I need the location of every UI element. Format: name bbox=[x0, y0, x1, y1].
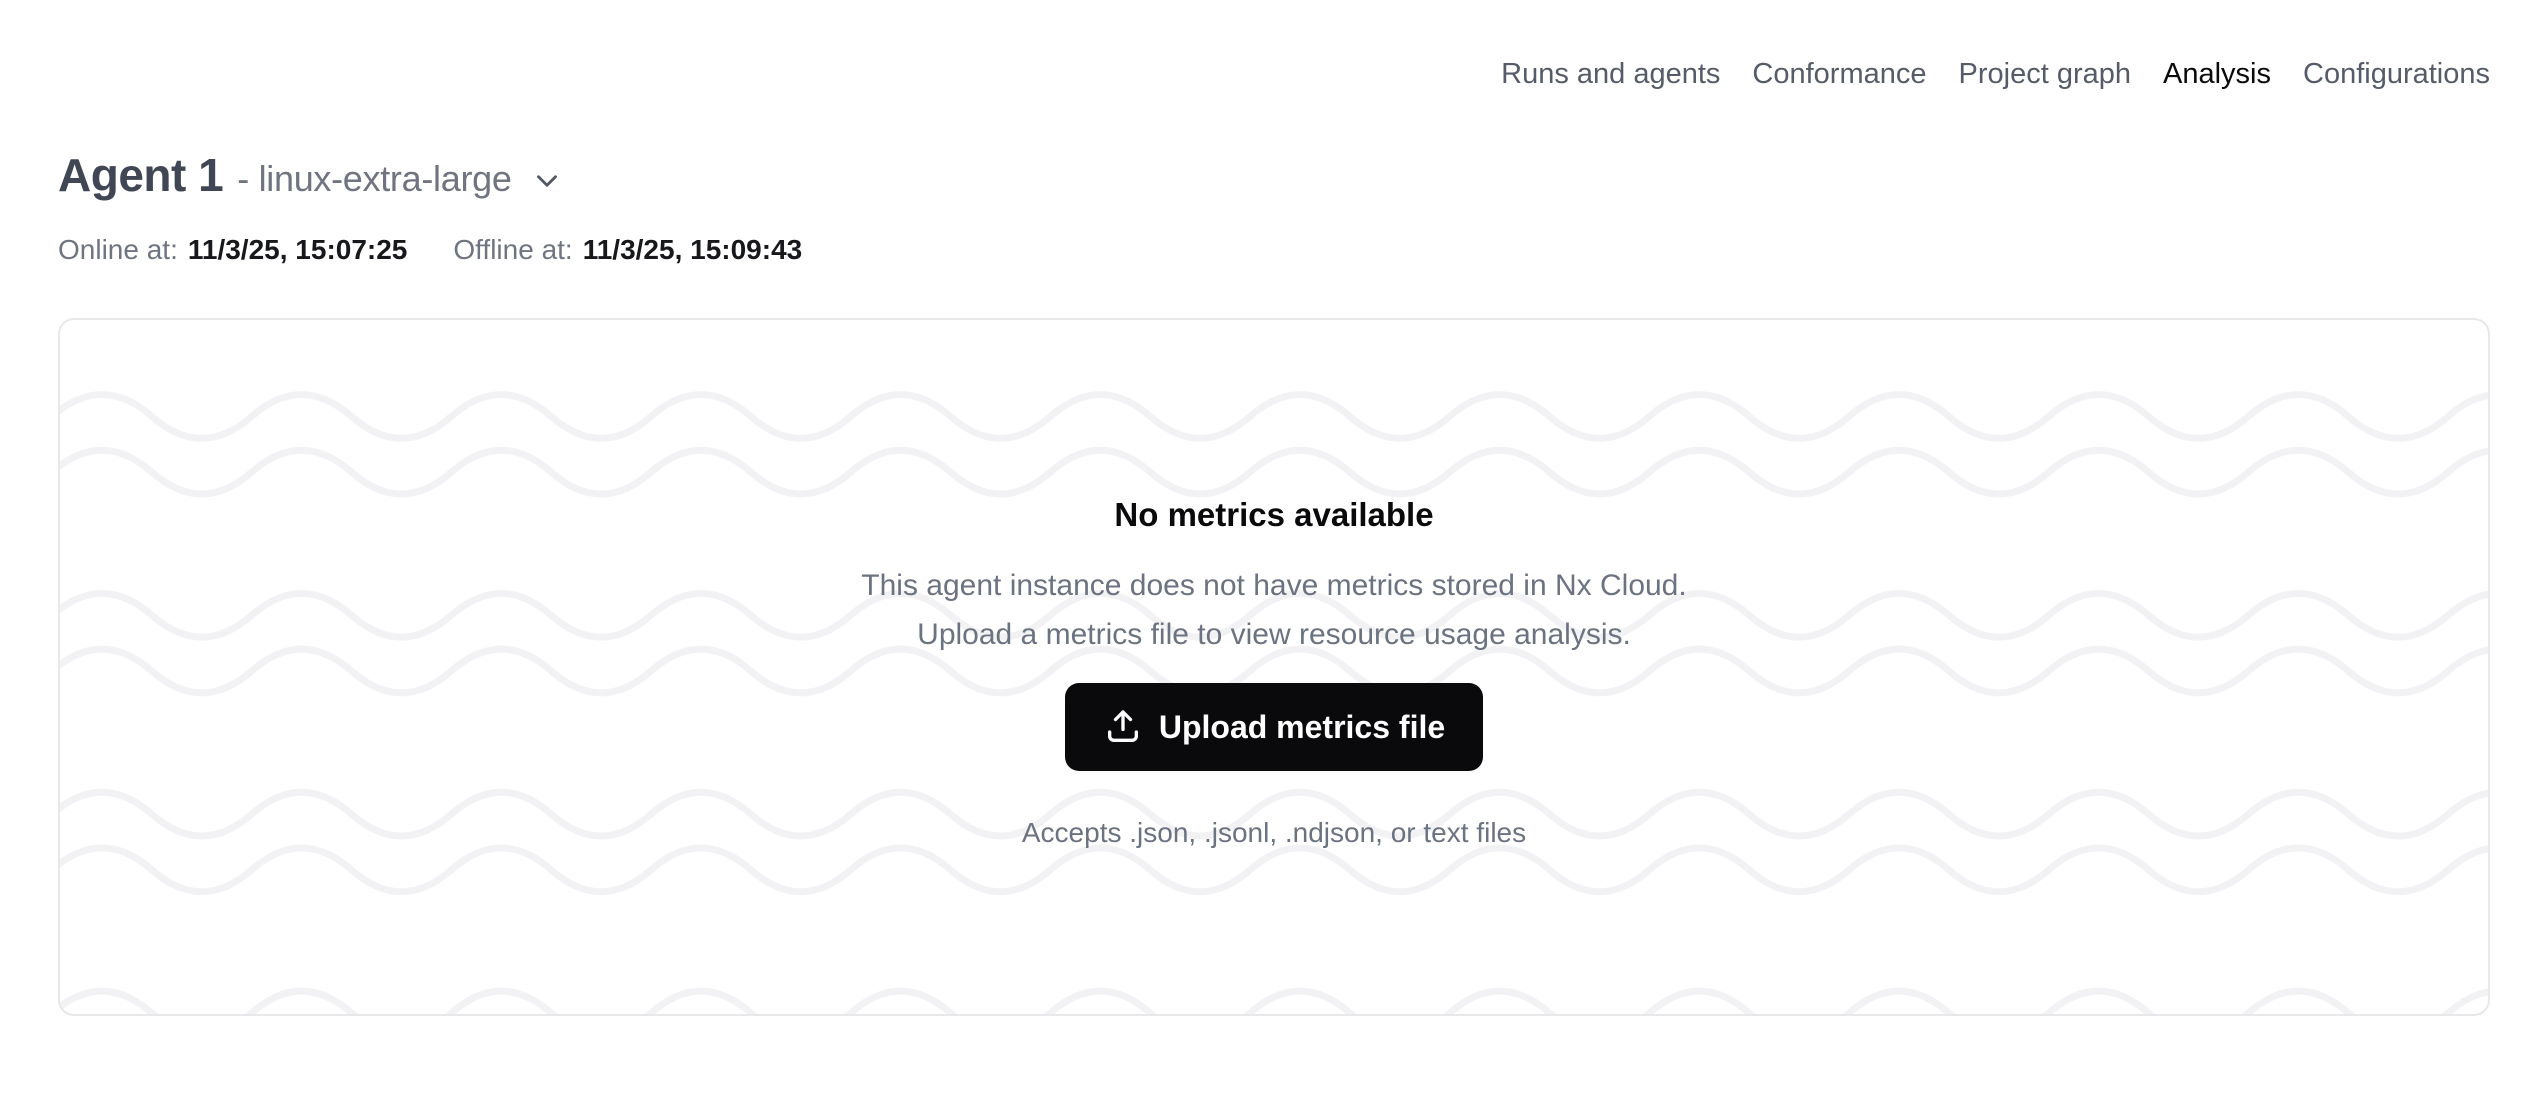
chevron-down-icon bbox=[530, 164, 564, 198]
offline-at-value: 11/3/25, 15:09:43 bbox=[583, 233, 803, 267]
accepted-file-types-note: Accepts .json, .jsonl, .ndjson, or text … bbox=[1022, 815, 1526, 851]
online-at-label: Online at: bbox=[58, 233, 178, 267]
agent-meta: Online at: 11/3/25, 15:07:25 Offline at:… bbox=[58, 233, 802, 267]
online-at-value: 11/3/25, 15:07:25 bbox=[188, 233, 408, 267]
metrics-empty-state-card: No metrics available This agent instance… bbox=[58, 318, 2490, 1016]
empty-state-description-line1: This agent instance does not have metric… bbox=[861, 569, 1686, 602]
nav-item-runs-and-agents[interactable]: Runs and agents bbox=[1501, 57, 1720, 91]
agent-header: Agent 1 - linux-extra-large bbox=[58, 148, 564, 202]
empty-state-heading: No metrics available bbox=[1114, 495, 1433, 535]
offline-at-label: Offline at: bbox=[453, 233, 572, 267]
upload-button-label: Upload metrics file bbox=[1159, 709, 1445, 746]
online-at: Online at: 11/3/25, 15:07:25 bbox=[58, 233, 407, 267]
offline-at: Offline at: 11/3/25, 15:09:43 bbox=[453, 233, 802, 267]
nav-item-project-graph[interactable]: Project graph bbox=[1959, 57, 2132, 91]
nav-item-configurations[interactable]: Configurations bbox=[2303, 57, 2490, 91]
upload-metrics-file-button[interactable]: Upload metrics file bbox=[1065, 683, 1483, 771]
empty-state-content: No metrics available This agent instance… bbox=[60, 320, 2488, 851]
page-title: Agent 1 bbox=[58, 148, 223, 202]
agent-selector-dropdown[interactable] bbox=[530, 164, 564, 198]
agent-launch-template: - linux-extra-large bbox=[237, 158, 511, 200]
empty-state-description: This agent instance does not have metric… bbox=[861, 561, 1686, 659]
empty-state-description-line2: Upload a metrics file to view resource u… bbox=[917, 618, 1631, 651]
upload-tray-icon bbox=[1103, 707, 1143, 747]
top-navigation: Runs and agents Conformance Project grap… bbox=[1501, 57, 2490, 91]
nav-item-analysis[interactable]: Analysis bbox=[2163, 57, 2271, 91]
nav-item-conformance[interactable]: Conformance bbox=[1752, 57, 1926, 91]
